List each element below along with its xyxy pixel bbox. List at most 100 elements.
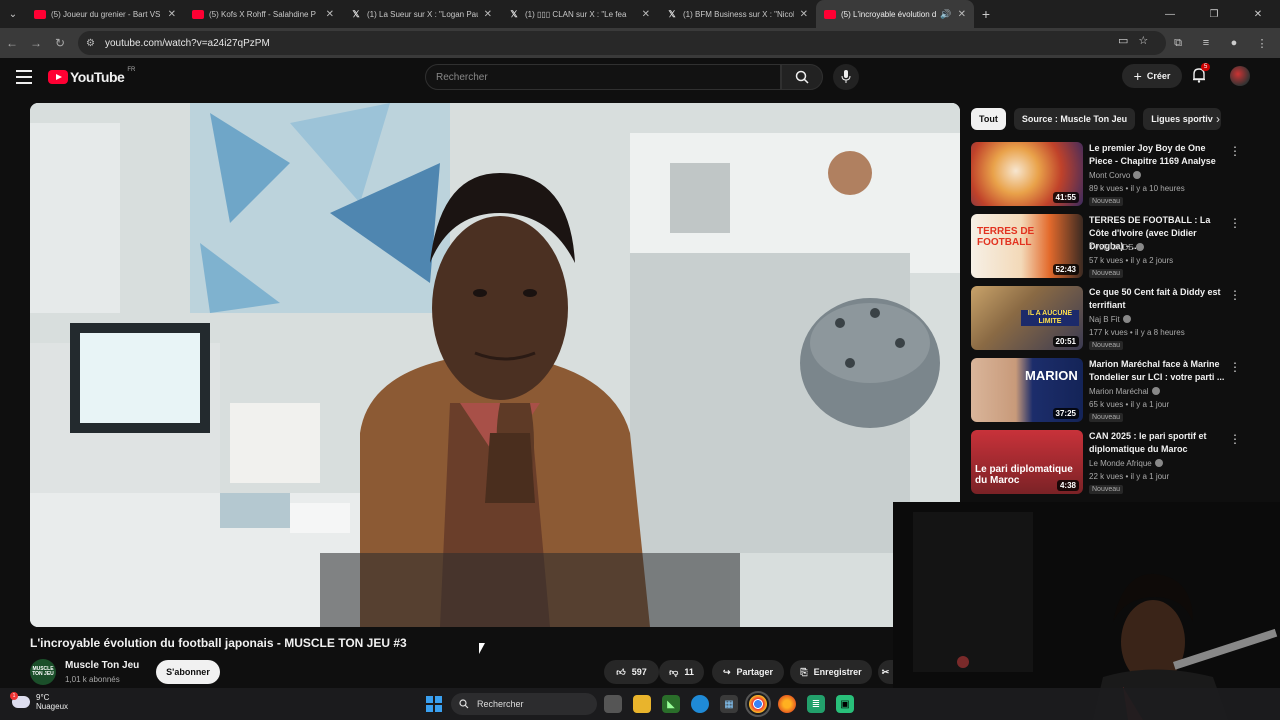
speaker-icon[interactable]: 🔊 xyxy=(940,9,951,20)
weather-widget[interactable]: 1 9°C Nuageux xyxy=(10,692,68,711)
recommendation-item[interactable]: IL A AUCUNE LIMITE 20:51 Ce que 50 Cent … xyxy=(971,286,1241,350)
chip-source[interactable]: Source : Muscle Ton Jeu xyxy=(1013,108,1136,130)
nvidia-icon[interactable]: ◣ xyxy=(662,695,680,713)
omnibox-actions: ▭ ☆ xyxy=(1118,34,1148,47)
recommendation-item[interactable]: MARION 37:25 Marion Maréchal face à Mari… xyxy=(971,358,1241,422)
extensions-icon[interactable]: ⧉ xyxy=(1170,37,1186,50)
video-thumbnail[interactable]: TERRES DE FOOTBALL 52:43 xyxy=(971,214,1083,278)
task-view-icon[interactable] xyxy=(604,695,622,713)
video-title: L'incroyable évolution du football japon… xyxy=(30,636,407,650)
url-text: youtube.com/watch?v=a24i27qPzPM xyxy=(104,37,270,49)
youtube-logo[interactable]: YouTube FR xyxy=(48,67,136,85)
search-icon xyxy=(459,699,469,709)
channel-avatar[interactable]: MUSCLE TON JEU xyxy=(30,659,56,685)
close-window-icon[interactable]: ✕ xyxy=(1236,0,1280,28)
firefox-icon[interactable] xyxy=(778,695,796,713)
mouse-cursor xyxy=(479,643,485,654)
thumbnail-text: IL A AUCUNE LIMITE xyxy=(1021,310,1079,326)
minimize-icon[interactable]: — xyxy=(1148,0,1192,28)
chevron-right-icon[interactable]: › xyxy=(1216,112,1220,126)
close-icon[interactable]: ✕ xyxy=(800,9,808,20)
account-avatar[interactable] xyxy=(1230,66,1250,86)
tab-title: (5) Kofs X Rohff - Salahdine P xyxy=(209,9,317,19)
close-icon[interactable]: ✕ xyxy=(168,9,176,20)
taskbar-search[interactable]: Rechercher xyxy=(451,693,597,715)
more-options-icon[interactable]: ⋮ xyxy=(1229,432,1241,446)
video-player[interactable] xyxy=(30,103,960,627)
country-code: FR xyxy=(127,67,136,73)
url-field[interactable]: ⚙ youtube.com/watch?v=a24i27qPzPM xyxy=(78,31,1166,55)
edge-icon[interactable] xyxy=(691,695,709,713)
recommendation-item[interactable]: TERRES DE FOOTBALL 52:43 TERRES DE FOOTB… xyxy=(971,214,1241,278)
address-bar: ← → ↻ ⚙ youtube.com/watch?v=a24i27qPzPM … xyxy=(0,28,1280,58)
dislike-button[interactable]: 👎︎ 11 xyxy=(659,660,704,684)
more-options-icon[interactable]: ⋮ xyxy=(1229,144,1241,158)
browser-tab[interactable]: 𝕏 (1) La Sueur sur X : "Logan Paul ✕ xyxy=(342,0,500,28)
hamburger-menu-icon[interactable] xyxy=(16,70,32,88)
chip-sports-leagues[interactable]: Ligues sportiv xyxy=(1143,108,1221,130)
video-thumbnail[interactable]: 41:55 xyxy=(971,142,1083,206)
recommendation-title[interactable]: Ce que 50 Cent fait à Diddy est terrifia… xyxy=(1089,286,1227,312)
cast-icon[interactable]: ▭ xyxy=(1118,34,1128,47)
close-icon[interactable]: ✕ xyxy=(484,9,492,20)
recommendation-item[interactable]: Le pari diplomatique du Maroc 4:38 CAN 2… xyxy=(971,430,1241,494)
app-icon[interactable]: ≣ xyxy=(807,695,825,713)
forward-icon[interactable]: → xyxy=(24,28,48,58)
more-options-icon[interactable]: ⋮ xyxy=(1229,216,1241,230)
share-label: Partager xyxy=(736,667,774,677)
clip-button[interactable]: ✂ xyxy=(878,660,893,684)
video-duration: 41:55 xyxy=(1052,192,1079,203)
x-icon: 𝕏 xyxy=(352,8,360,19)
browser-tab[interactable]: (5) Kofs X Rohff - Salahdine P ✕ xyxy=(184,0,342,28)
close-icon[interactable]: ✕ xyxy=(642,9,650,20)
recommendation-item[interactable]: 41:55 Le premier Joy Boy de One Piece - … xyxy=(971,142,1241,206)
back-icon[interactable]: ← xyxy=(0,28,24,58)
save-button[interactable]: ⎘ Enregistrer xyxy=(790,660,872,684)
gamepad-icon[interactable]: ▣ xyxy=(836,695,854,713)
like-button[interactable]: 👍︎ 597 xyxy=(604,660,659,684)
menu-icon[interactable]: ⋮ xyxy=(1254,37,1270,50)
windows-taskbar: 1 9°C Nuageux Rechercher ◣ ▦ ≣ ▣ xyxy=(0,688,1280,720)
video-thumbnail[interactable]: IL A AUCUNE LIMITE 20:51 xyxy=(971,286,1083,350)
subscribe-button[interactable]: S'abonner xyxy=(156,660,220,684)
video-duration: 4:38 xyxy=(1056,480,1079,491)
chrome-icon[interactable] xyxy=(745,691,771,717)
close-icon[interactable]: ✕ xyxy=(958,9,966,20)
bookmark-star-icon[interactable]: ☆ xyxy=(1138,34,1148,47)
recommendation-title[interactable]: Le premier Joy Boy de One Piece - Chapit… xyxy=(1089,142,1227,168)
search-input[interactable]: Rechercher xyxy=(425,64,781,90)
site-info-icon[interactable]: ⚙ xyxy=(86,38,95,49)
store-icon[interactable]: ▦ xyxy=(720,695,738,713)
search-button[interactable] xyxy=(781,64,823,90)
share-button[interactable]: ↪ Partager xyxy=(712,660,784,684)
recommendation-title[interactable]: CAN 2025 : le pari sportif et diplomatiq… xyxy=(1089,430,1227,456)
recommendation-title[interactable]: Marion Maréchal face à Marine Tondelier … xyxy=(1089,358,1227,384)
channel-name[interactable]: Muscle Ton Jeu xyxy=(65,660,139,671)
video-thumbnail[interactable]: Le pari diplomatique du Maroc 4:38 xyxy=(971,430,1083,494)
maximize-icon[interactable]: ❐ xyxy=(1192,0,1236,28)
new-badge: Nouveau xyxy=(1089,341,1124,350)
browser-tab[interactable]: 𝕏 (1) BFM Business sur X : "Nicola ✕ xyxy=(658,0,816,28)
filter-chips: Tout Source : Muscle Ton Jeu Ligues spor… xyxy=(971,108,1221,130)
browser-tab[interactable]: 𝕏 (1) ▯▯▯ CLAN sur X : "Le fea ✕ xyxy=(500,0,658,28)
browser-tab-active[interactable]: (5) L'incroyable évolution d 🔊 ✕ xyxy=(816,0,974,28)
tab-title: (5) Joueur du grenier - Bart VS xyxy=(51,9,161,19)
reload-icon[interactable]: ↻ xyxy=(48,28,72,58)
create-button[interactable]: + Créer xyxy=(1122,64,1182,88)
more-options-icon[interactable]: ⋮ xyxy=(1229,288,1241,302)
voice-search-button[interactable] xyxy=(833,64,859,90)
browser-tab[interactable]: (5) Joueur du grenier - Bart VS ✕ xyxy=(26,0,184,28)
chip-all[interactable]: Tout xyxy=(971,108,1006,130)
profile-icon[interactable]: ● xyxy=(1226,37,1242,49)
close-icon[interactable]: ✕ xyxy=(326,9,334,20)
windows-start-icon[interactable] xyxy=(426,696,442,712)
new-tab-button[interactable]: + xyxy=(974,6,998,22)
file-explorer-icon[interactable] xyxy=(633,695,651,713)
media-icon[interactable]: ≡ xyxy=(1198,37,1214,49)
tab-title: (1) BFM Business sur X : "Nicola xyxy=(683,9,794,19)
verified-icon xyxy=(1122,315,1131,323)
video-thumbnail[interactable]: MARION 37:25 xyxy=(971,358,1083,422)
notifications-button[interactable]: 5 xyxy=(1192,63,1211,88)
tab-search-icon[interactable]: ⌄ xyxy=(0,0,26,28)
more-options-icon[interactable]: ⋮ xyxy=(1229,360,1241,374)
